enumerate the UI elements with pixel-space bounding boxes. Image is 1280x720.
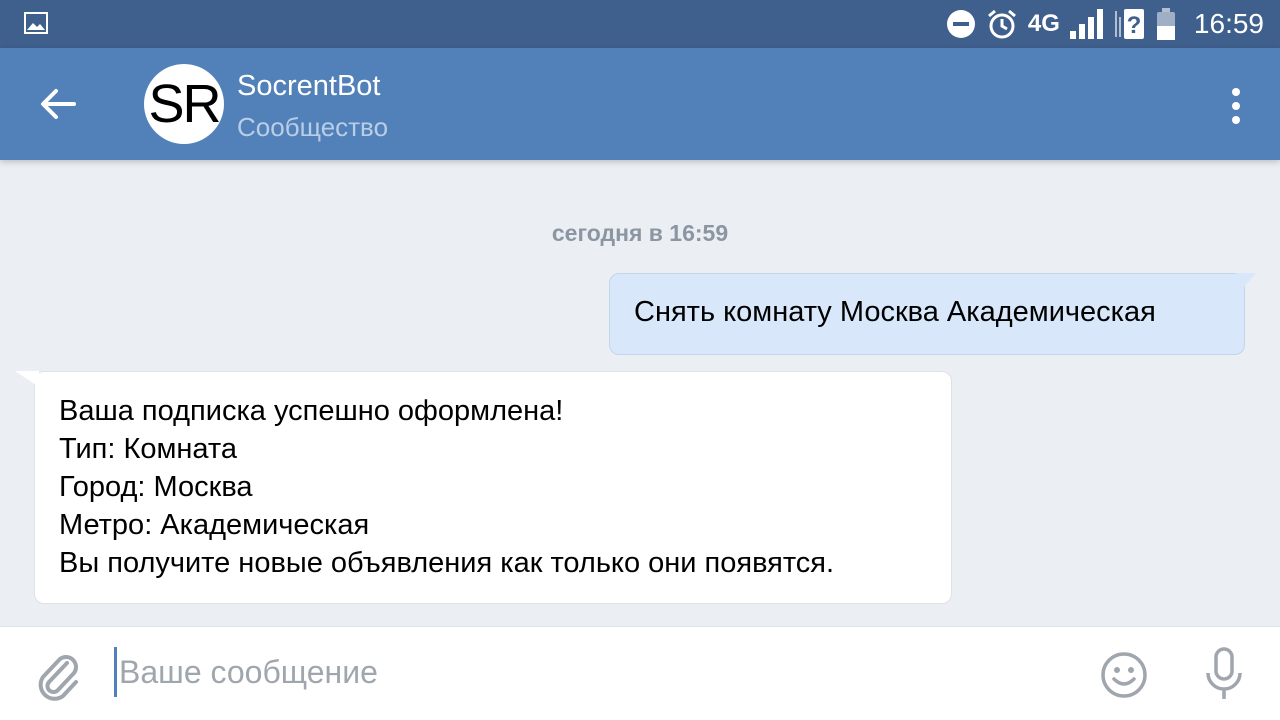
message-input[interactable] <box>114 647 1014 697</box>
alarm-icon <box>987 9 1016 39</box>
chat-title[interactable]: SocrentBot <box>237 70 380 103</box>
message-line: Метро: Академическая <box>59 509 370 541</box>
image-icon <box>24 12 48 34</box>
back-arrow-icon[interactable] <box>36 82 80 126</box>
message-line: Тип: Комната <box>59 433 238 465</box>
svg-text:?: ? <box>1127 12 1142 39</box>
do-not-disturb-icon <box>946 10 975 38</box>
bubble-tail <box>15 371 39 387</box>
status-icons: 4G ? 16:59 <box>946 0 1264 48</box>
status-time: 16:59 <box>1193 8 1264 39</box>
avatar[interactable]: SR <box>144 64 224 144</box>
battery-icon <box>1156 8 1175 40</box>
avatar-text: SR <box>148 74 221 134</box>
incoming-message[interactable]: Ваша подписка успешно оформлена! Тип: Ко… <box>15 371 952 604</box>
message-composer <box>0 626 1280 720</box>
bubble-tail <box>1236 273 1256 287</box>
chat-header: SR SocrentBot Сообщество <box>0 48 1280 160</box>
date-separator: сегодня в 16:59 <box>551 220 729 246</box>
outgoing-message[interactable]: Снять комнату Москва Академическая <box>609 273 1256 355</box>
status-bar: 4G ? 16:59 <box>0 0 1280 48</box>
sim-unknown-icon: ? <box>1114 9 1144 39</box>
microphone-icon[interactable] <box>1204 647 1244 703</box>
emoji-icon[interactable] <box>1100 651 1148 699</box>
network-type: 4G <box>1027 10 1060 37</box>
message-line: Ваша подписка успешно оформлена! <box>59 395 564 427</box>
signal-icon <box>1069 9 1103 39</box>
more-vert-icon[interactable] <box>1222 86 1250 126</box>
paperclip-icon[interactable] <box>34 649 80 701</box>
chat-subtitle: Сообщество <box>237 112 389 142</box>
message-line: Город: Москва <box>59 471 253 503</box>
message-line: Вы получите новые объявления как только … <box>59 547 835 579</box>
message-text: Снять комнату Москва Академическая <box>634 296 1156 328</box>
